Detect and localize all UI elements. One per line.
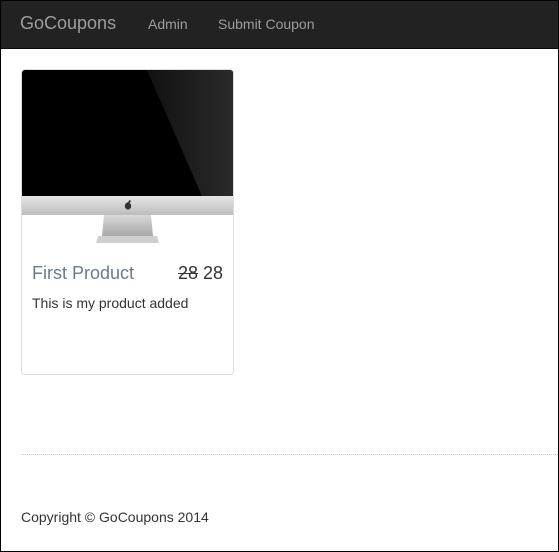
footer-copyright: Copyright © GoCoupons 2014 (21, 509, 209, 525)
nav-link-submit-coupon[interactable]: Submit Coupon (218, 16, 315, 32)
product-card[interactable]: First Product 28 28 This is my product a… (21, 69, 234, 375)
imac-image[interactable] (22, 70, 233, 246)
original-price: 28 (178, 263, 199, 283)
top-navbar: GoCoupons Admin Submit Coupon (1, 1, 558, 49)
product-title[interactable]: First Product (32, 263, 134, 284)
nav-link-admin[interactable]: Admin (148, 16, 188, 32)
footer-divider (21, 454, 558, 455)
sale-price: 28 (203, 263, 224, 283)
product-description: This is my product added (32, 295, 189, 311)
brand-link[interactable]: GoCoupons (20, 13, 116, 34)
